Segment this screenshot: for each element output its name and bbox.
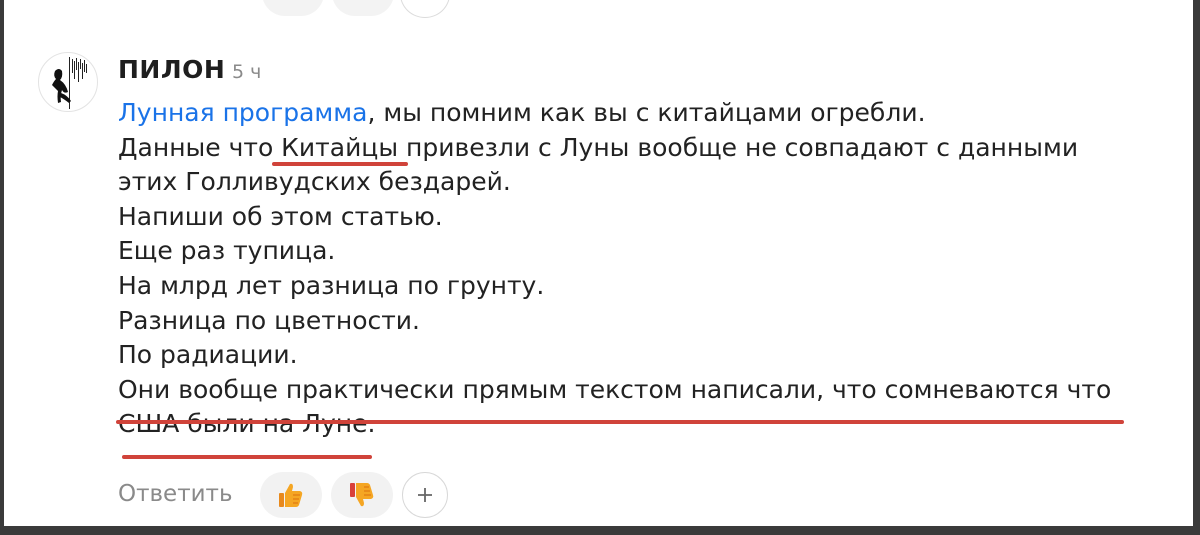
underline-annotation-line-10 [122,455,372,459]
comment-line-6: На млрд лет разница по грунту. [118,270,545,300]
comment-line-7: Разница по цветности. [118,305,420,335]
underline-annotation-china [272,162,408,166]
comment-line-1-text: , мы помним как вы с китайцами огребли. [367,98,926,127]
comment-line-2: Данные что Китайцы привезли с Луны вообщ… [118,132,1079,162]
comment-text: Лунная программа, мы помним как вы с кит… [118,96,1178,442]
comment-time: 5 ч [232,61,262,83]
underline-annotation-line-9 [116,420,1124,424]
previous-dislike-button[interactable] [332,0,394,16]
mention-link[interactable]: Лунная программа [118,98,367,127]
comment-line-5: Еще раз тупица. [118,236,336,266]
comment-line-4: Напиши об этом статью. [118,201,443,231]
comment-line-1: Лунная программа, мы помним как вы с кит… [118,96,1178,131]
avatar-silhouette [52,57,87,109]
previous-add-reaction-button[interactable] [400,0,450,18]
thumbs-up-icon [279,483,303,507]
like-button[interactable] [260,472,322,518]
avatar[interactable] [38,52,98,112]
comment-line-8: По радиации. [118,340,298,370]
previous-like-button[interactable] [262,0,324,16]
plus-icon [418,488,432,502]
thumbs-down-icon [350,483,374,507]
reply-button[interactable]: Ответить [118,481,233,507]
dislike-button[interactable] [331,472,393,518]
comment-line-9: Они вообще практически прямым текстом на… [118,374,1112,404]
author-name[interactable]: ПИЛОН [118,55,225,84]
comment-card: ПИЛОН 5 ч Лунная программа, мы помним ка… [4,0,1193,526]
comment-line-10: США были на Луне. [118,407,1178,442]
add-reaction-button[interactable] [402,472,448,518]
comment-line-3: этих Голливудских бездарей. [118,167,511,197]
